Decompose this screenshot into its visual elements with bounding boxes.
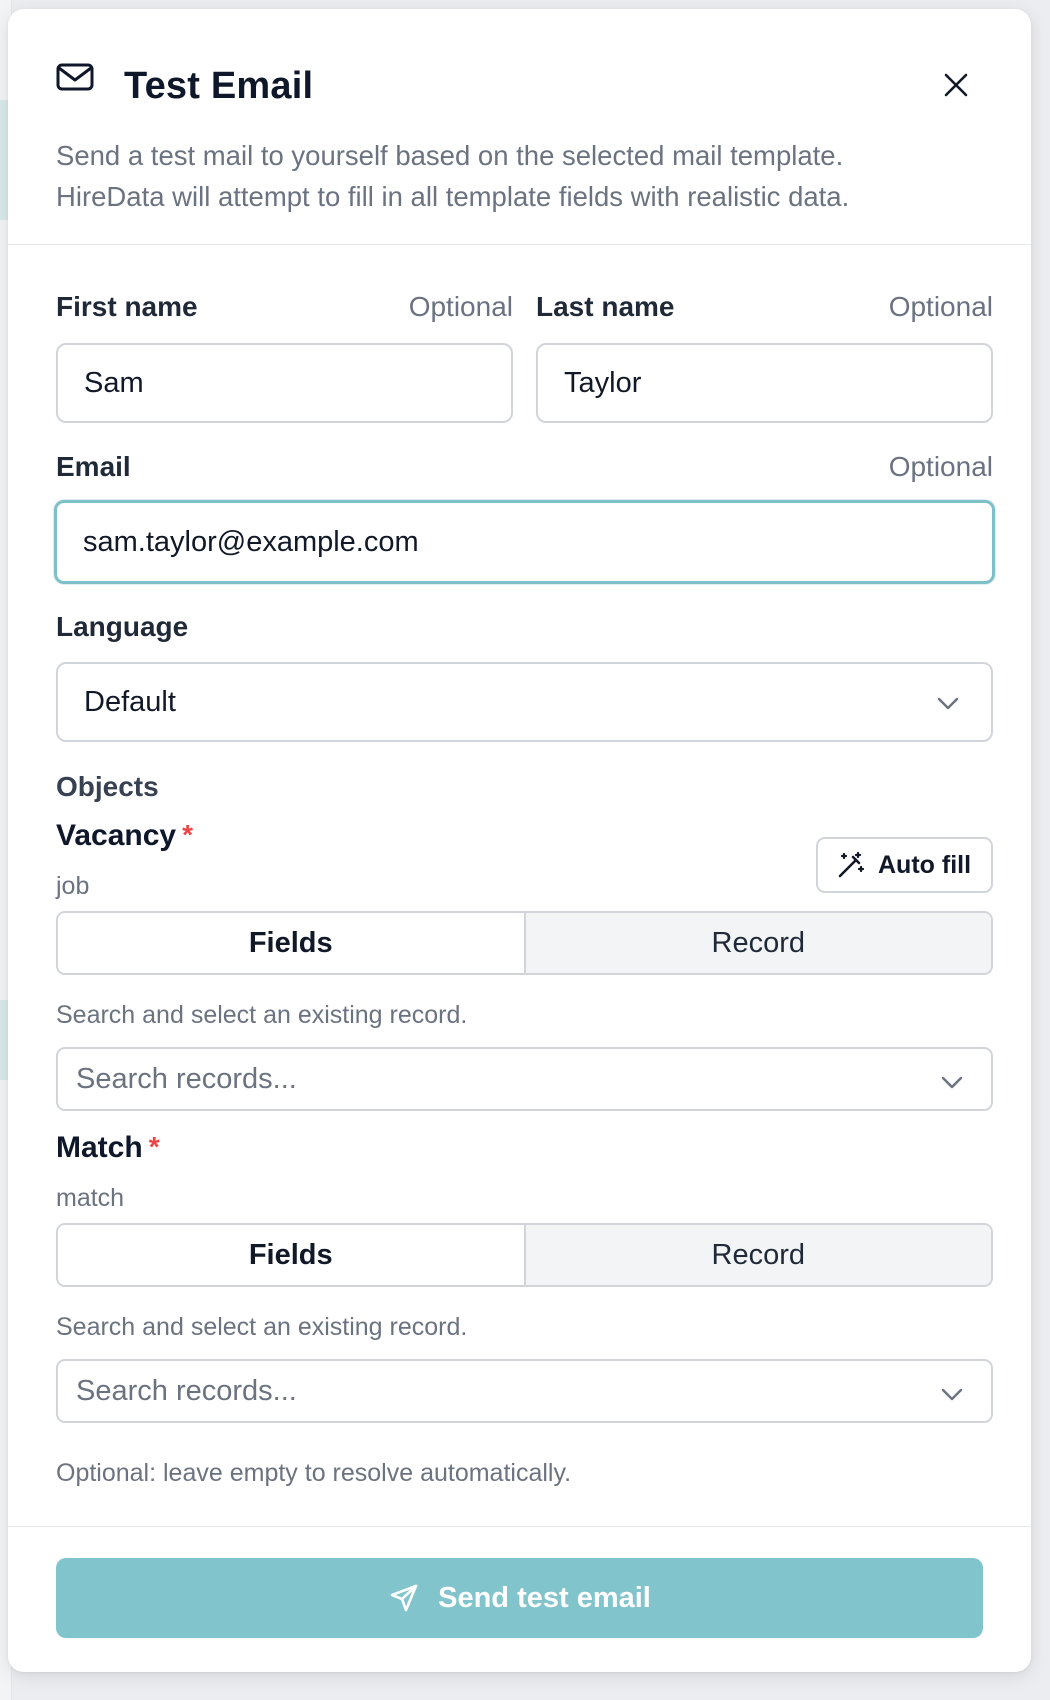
email-label: Email bbox=[56, 451, 131, 482]
objects-optional-note: Optional: leave empty to resolve automat… bbox=[56, 1459, 572, 1487]
mail-icon bbox=[56, 63, 94, 91]
dialog-description: Send a test mail to yourself based on th… bbox=[56, 140, 850, 212]
send-test-email-button[interactable]: Send test email bbox=[56, 1558, 983, 1638]
required-marker: * bbox=[182, 819, 194, 850]
match-search-records-input[interactable]: Search records... bbox=[56, 1359, 993, 1423]
magic-wand-icon bbox=[838, 851, 865, 878]
test-email-dialog: Test Email Send a test mail to yourself … bbox=[8, 9, 1031, 1672]
match-name: Match bbox=[56, 1131, 143, 1164]
email-input[interactable] bbox=[54, 500, 995, 584]
vacancy-tab-fields[interactable]: Fields bbox=[58, 913, 524, 973]
chevron-down-icon bbox=[937, 697, 959, 710]
language-value: Default bbox=[84, 686, 176, 718]
vacancy-tab-record[interactable]: Record bbox=[523, 913, 991, 973]
match-object-title: Match * bbox=[56, 1131, 160, 1165]
objects-section-label: Objects bbox=[56, 771, 159, 802]
first-name-label: First name bbox=[56, 291, 198, 322]
vacancy-object-title: Vacancy * bbox=[56, 819, 193, 853]
match-helper-text: Search and select an existing record. bbox=[56, 1313, 468, 1341]
language-select[interactable]: Default bbox=[56, 662, 993, 742]
match-tab-record[interactable]: Record bbox=[523, 1225, 991, 1285]
last-name-optional: Optional bbox=[888, 291, 993, 322]
send-test-email-label: Send test email bbox=[438, 1581, 651, 1614]
dialog-title: Test Email bbox=[124, 65, 314, 107]
match-tab-fields[interactable]: Fields bbox=[58, 1225, 524, 1285]
first-name-optional: Optional bbox=[408, 291, 513, 322]
match-search-placeholder: Search records... bbox=[76, 1375, 297, 1407]
auto-fill-button[interactable]: Auto fill bbox=[816, 837, 993, 893]
vacancy-object-key: job bbox=[56, 872, 90, 900]
vacancy-search-records-input[interactable]: Search records... bbox=[56, 1047, 993, 1111]
match-object-key: match bbox=[56, 1184, 125, 1212]
last-name-label: Last name bbox=[536, 291, 675, 322]
close-icon bbox=[944, 73, 968, 97]
language-label: Language bbox=[56, 611, 189, 642]
required-marker: * bbox=[148, 1131, 160, 1162]
vacancy-search-placeholder: Search records... bbox=[76, 1063, 297, 1095]
match-mode-toggle: Fields Record bbox=[56, 1223, 993, 1287]
chevron-down-icon bbox=[941, 1388, 963, 1401]
chevron-down-icon bbox=[941, 1076, 963, 1089]
email-optional: Optional bbox=[888, 451, 993, 482]
vacancy-name: Vacancy bbox=[56, 819, 177, 852]
last-name-input[interactable] bbox=[536, 343, 993, 423]
first-name-input[interactable] bbox=[56, 343, 513, 423]
close-button[interactable] bbox=[938, 67, 974, 103]
dialog-footer: Send test email bbox=[8, 1526, 1031, 1672]
auto-fill-label: Auto fill bbox=[878, 850, 972, 879]
vacancy-mode-toggle: Fields Record bbox=[56, 911, 993, 975]
vacancy-helper-text: Search and select an existing record. bbox=[56, 1001, 468, 1029]
dialog-header: Test Email Send a test mail to yourself … bbox=[8, 9, 1031, 245]
send-icon bbox=[390, 1584, 418, 1612]
